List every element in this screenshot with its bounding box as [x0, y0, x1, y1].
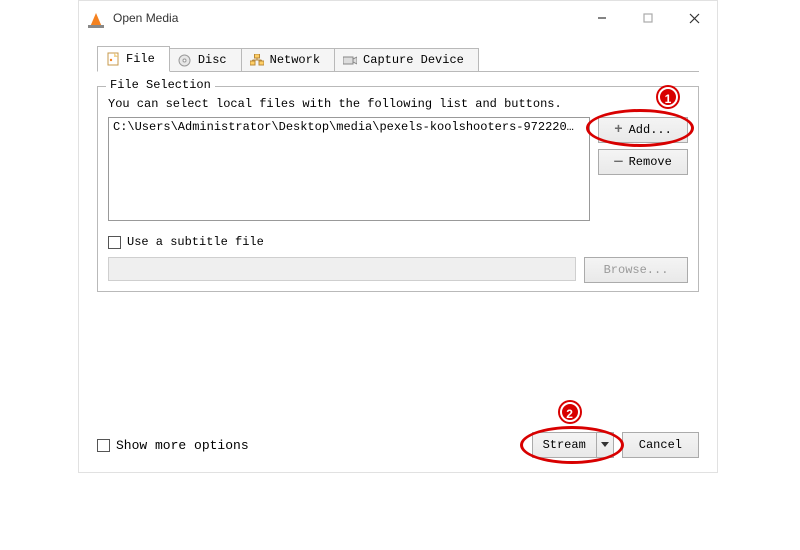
chevron-down-icon [601, 442, 609, 448]
file-list[interactable]: C:\Users\Administrator\Desktop\media\pex… [108, 117, 590, 221]
network-icon [250, 53, 264, 67]
window-controls [579, 3, 717, 33]
titlebar: Open Media [79, 1, 717, 35]
add-button[interactable]: + Add... [598, 117, 688, 143]
dialog-body: File Disc Network Capture Device [79, 35, 717, 472]
button-label: Remove [629, 155, 672, 169]
show-more-label: Show more options [116, 438, 249, 453]
tab-label: Network [270, 53, 320, 67]
tab-label: Capture Device [363, 53, 464, 67]
show-more-checkbox[interactable] [97, 439, 110, 452]
tab-label: Disc [198, 53, 227, 67]
spacer [97, 292, 699, 422]
subtitle-checkbox[interactable] [108, 236, 121, 249]
group-title: File Selection [106, 78, 215, 92]
minimize-button[interactable] [579, 3, 625, 33]
tab-network[interactable]: Network [241, 48, 335, 72]
footer: Show more options Stream Cancel 2 [97, 432, 699, 458]
plus-icon: + [614, 123, 622, 137]
disc-icon [178, 53, 192, 67]
button-label: Browse... [604, 263, 669, 277]
stream-dropdown-button[interactable] [596, 432, 614, 458]
open-media-window: Open Media File [78, 0, 718, 473]
button-label: Cancel [639, 438, 682, 452]
file-icon [106, 52, 120, 66]
file-selection-hint: You can select local files with the foll… [108, 97, 688, 111]
tab-file[interactable]: File [97, 46, 170, 72]
file-list-item[interactable]: C:\Users\Administrator\Desktop\media\pex… [113, 120, 585, 134]
close-button[interactable] [671, 3, 717, 33]
maximize-button[interactable] [625, 3, 671, 33]
vlc-cone-icon [87, 9, 105, 27]
remove-button[interactable]: — Remove [598, 149, 688, 175]
window-title: Open Media [113, 11, 579, 25]
tab-label: File [126, 52, 155, 66]
file-selection-group: File Selection You can select local file… [97, 86, 699, 292]
stream-button[interactable]: Stream [532, 432, 596, 458]
cancel-button[interactable]: Cancel [622, 432, 699, 458]
subtitle-path-input [108, 257, 576, 281]
stream-split-button: Stream [532, 432, 614, 458]
capture-icon [343, 53, 357, 67]
tab-disc[interactable]: Disc [169, 48, 242, 72]
tab-underline [97, 71, 699, 72]
tab-capture-device[interactable]: Capture Device [334, 48, 479, 72]
button-label: Stream [543, 438, 586, 452]
subtitle-checkbox-label: Use a subtitle file [127, 235, 264, 249]
minus-icon: — [614, 155, 622, 169]
source-tabs: File Disc Network Capture Device [97, 45, 699, 71]
browse-button: Browse... [584, 257, 688, 283]
button-label: Add... [629, 123, 672, 137]
